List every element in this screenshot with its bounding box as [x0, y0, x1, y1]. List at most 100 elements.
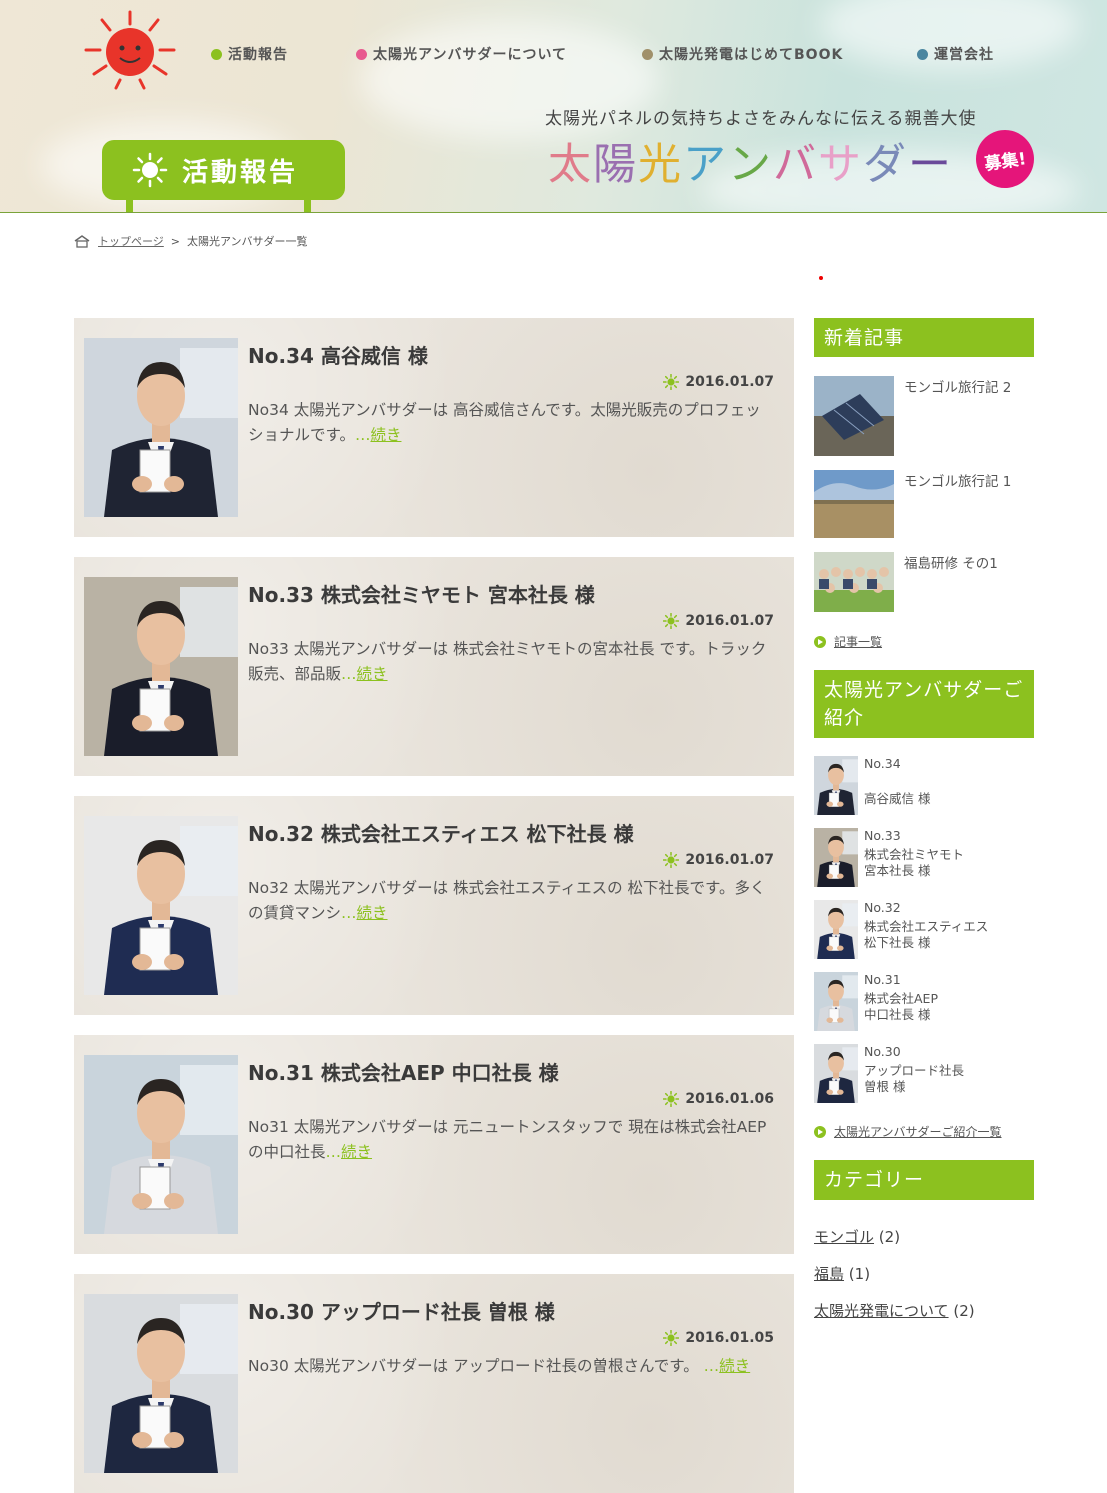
recent-post-title[interactable]: 福島研修 その1: [904, 552, 998, 572]
brand-letter: バ: [773, 140, 818, 190]
category-count: (2): [878, 1228, 901, 1246]
ambassador-name[interactable]: 松下社長 様: [864, 932, 930, 951]
post-photo[interactable]: [84, 816, 238, 995]
post-excerpt: No30 太陽光アンバサダーは アップロード社長の曽根さんです。 …続き: [248, 1354, 774, 1379]
post-photo[interactable]: [84, 577, 238, 756]
sun-icon: [663, 852, 680, 868]
post-card: No.32 株式会社エスティエス 松下社長 様 2016.01.07 No32 太陽…: [74, 796, 794, 1015]
post-photo[interactable]: [84, 338, 238, 517]
ambassador-item[interactable]: No.33 株式会社ミヤモト 宮本社長 様: [814, 828, 1034, 888]
nav-label: 太陽光発電はじめてBOOK: [659, 47, 844, 63]
post-excerpt-text: No33 太陽光アンバサダーは 株式会社ミヤモトの宮本社長 です。トラック販売、…: [248, 640, 767, 683]
home-icon: [74, 234, 90, 248]
post-card: No.30 アップロード社長 曽根 様 2016.01.05 No30 太陽光アンバ…: [74, 1274, 794, 1493]
all-posts-link-label[interactable]: 記事一覧: [834, 633, 882, 650]
post-excerpt: No31 太陽光アンバサダーは 元ニュートンスタッフで 現在は株式会社AEPの中…: [248, 1115, 774, 1165]
nav-label: 太陽光アンバサダーについて: [373, 47, 568, 63]
recent-post-title[interactable]: モンゴル旅行記 1: [904, 470, 1011, 490]
ambassador-thumbnail[interactable]: [814, 900, 858, 959]
category-link[interactable]: 太陽光発電について: [814, 1302, 949, 1320]
sun-logo-icon[interactable]: [80, 8, 180, 98]
nav-item-company[interactable]: 運営会社: [917, 44, 994, 64]
ambassador-list-link[interactable]: 太陽光アンバサダーご紹介一覧: [814, 1123, 1002, 1140]
sun-icon: [663, 1330, 680, 1346]
ambassador-number: No.31: [864, 972, 901, 987]
ambassador-number: No.32: [864, 900, 901, 915]
ambassador-number: No.30: [864, 1044, 901, 1059]
bullet-icon: [356, 48, 367, 60]
post-date-text: 2016.01.07: [685, 374, 774, 390]
post-excerpt-text: No32 太陽光アンバサダーは 株式会社エスティエスの 松下社長です。多くの賃貸…: [248, 879, 766, 922]
recent-posts-heading: 新着記事: [814, 318, 1034, 357]
ambassador-name[interactable]: 高谷威信 様: [864, 788, 930, 807]
read-more-link[interactable]: 続き: [357, 665, 388, 683]
site-brand-title[interactable]: 太陽光アンバサダー: [548, 130, 953, 192]
category-item[interactable]: モンゴル (2): [814, 1226, 900, 1247]
post-photo[interactable]: [84, 1294, 238, 1473]
post-excerpt-text: No34 太陽光アンバサダーは 高谷威信さんです。太陽光販売のプロフェッショナル…: [248, 401, 761, 444]
sun-icon: [663, 374, 680, 390]
post-ellipsis: …: [698, 1357, 720, 1375]
ambassador-name[interactable]: 中口社長 様: [864, 1004, 930, 1023]
all-posts-link[interactable]: 記事一覧: [814, 633, 882, 650]
category-item[interactable]: 太陽光発電について (2): [814, 1300, 975, 1321]
nav-item-about-ambassador[interactable]: 太陽光アンバサダーについて: [356, 44, 567, 64]
nav-label: 運営会社: [934, 47, 994, 63]
brand-letter: 太: [548, 140, 593, 190]
nav-item-activity-report[interactable]: 活動報告: [211, 44, 288, 64]
breadcrumb-current: 太陽光アンバサダー一覧: [187, 235, 308, 248]
brand-letter: 光: [638, 140, 683, 190]
recent-post-thumbnail[interactable]: [814, 552, 894, 612]
post-card: No.31 株式会社AEP 中口社長 様 2016.01.06 No31 太陽光アン…: [74, 1035, 794, 1254]
site-tagline: 太陽光パネルの気持ちよさをみんなに伝える親善大使: [545, 109, 977, 129]
brand-letter: 陽: [593, 140, 638, 190]
sign-leg: [126, 198, 133, 212]
category-item[interactable]: 福島 (1): [814, 1263, 870, 1284]
recent-post-item[interactable]: 福島研修 その1: [814, 552, 1034, 622]
recent-post-thumbnail[interactable]: [814, 470, 894, 538]
ambassador-item[interactable]: No.32 株式会社エスティエス 松下社長 様: [814, 900, 1034, 960]
post-excerpt: No34 太陽光アンバサダーは 高谷威信さんです。太陽光販売のプロフェッショナル…: [248, 398, 774, 448]
ambassador-thumbnail[interactable]: [814, 972, 858, 1031]
recent-post-item[interactable]: モンゴル旅行記 2: [814, 376, 1034, 456]
post-title[interactable]: No.33 株式会社ミヤモト 宮本社長 様: [248, 579, 595, 608]
ambassador-number: No.33: [864, 828, 901, 843]
post-photo[interactable]: [84, 1055, 238, 1234]
bullet-icon: [917, 48, 928, 60]
read-more-link[interactable]: 続き: [357, 904, 388, 922]
post-date-text: 2016.01.07: [685, 852, 774, 868]
post-title[interactable]: No.30 アップロード社長 曽根 様: [248, 1296, 555, 1325]
ambassador-thumbnail[interactable]: [814, 756, 858, 815]
sun-icon: [132, 152, 168, 188]
breadcrumb-home-link[interactable]: トップページ: [98, 233, 164, 249]
post-title[interactable]: No.32 株式会社エスティエス 松下社長 様: [248, 818, 634, 847]
recent-post-item[interactable]: モンゴル旅行記 1: [814, 470, 1034, 540]
recent-post-title[interactable]: モンゴル旅行記 2: [904, 376, 1011, 396]
ambassador-name[interactable]: 曽根 様: [864, 1076, 905, 1095]
brand-letter: ー: [908, 140, 953, 190]
ambassador-thumbnail[interactable]: [814, 1044, 858, 1103]
ambassador-thumbnail[interactable]: [814, 828, 858, 887]
ambassador-item[interactable]: No.31 株式会社AEP 中口社長 様: [814, 972, 1034, 1032]
post-ellipsis: …: [341, 904, 357, 922]
category-count: (1): [848, 1265, 871, 1283]
ambassador-item[interactable]: No.30 アップロード社長 曽根 様: [814, 1044, 1034, 1104]
ambassador-list-link-label[interactable]: 太陽光アンバサダーご紹介一覧: [834, 1123, 1002, 1140]
post-title[interactable]: No.34 高谷威信 様: [248, 340, 428, 369]
read-more-link[interactable]: 続き: [370, 426, 401, 444]
nav-item-first-book[interactable]: 太陽光発電はじめてBOOK: [642, 44, 843, 64]
post-ellipsis: …: [325, 1143, 342, 1161]
read-more-link[interactable]: 続き: [719, 1357, 750, 1375]
ambassador-item[interactable]: No.34 高谷威信 様: [814, 756, 1034, 816]
sun-icon: [663, 1091, 680, 1107]
recent-post-thumbnail[interactable]: [814, 376, 894, 456]
post-card: No.33 株式会社ミヤモト 宮本社長 様 2016.01.07 No33 太陽光ア…: [74, 557, 794, 776]
category-link[interactable]: 福島: [814, 1265, 844, 1283]
brand-letter: ア: [683, 140, 728, 190]
ambassador-name[interactable]: 宮本社長 様: [864, 860, 930, 879]
post-excerpt: No32 太陽光アンバサダーは 株式会社エスティエスの 松下社長です。多くの賃貸…: [248, 876, 774, 926]
category-link[interactable]: モンゴル: [814, 1228, 874, 1246]
post-title[interactable]: No.31 株式会社AEP 中口社長 様: [248, 1057, 559, 1086]
sun-icon: [663, 613, 680, 629]
read-more-link[interactable]: 続き: [341, 1143, 372, 1161]
